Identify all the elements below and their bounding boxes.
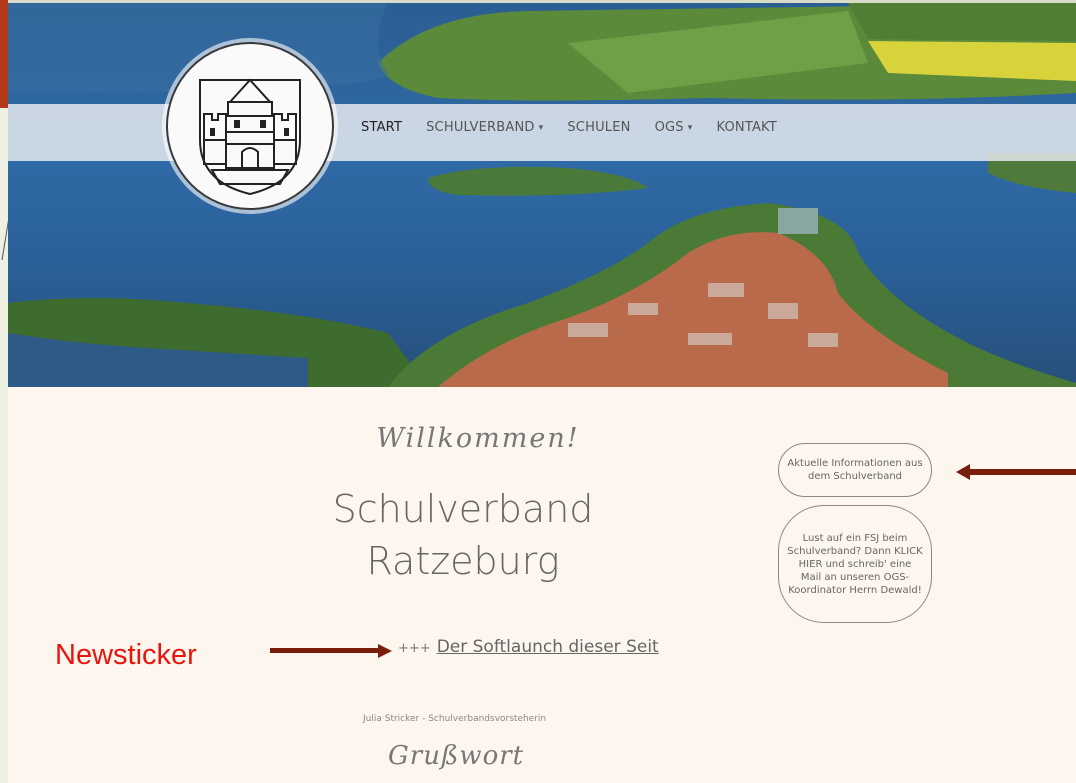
nav-item-label: OGS [654,120,684,135]
nav-item-label: SCHULEN [567,120,631,135]
fsj-button[interactable]: Lust auf ein FSJ beim Schulverband? Dann… [778,505,932,623]
page-title: Schulverband Ratzeburg [248,483,678,587]
annotation-arrow-icon [270,644,392,658]
author-byline: Julia Stricker - Schulverbandsvorsteheri… [363,714,547,724]
ticker-prefix: +++ [398,641,431,656]
nav-item-label: SCHULVERBAND [426,120,535,135]
nav-item-label: START [361,120,403,135]
page-title-line1: Schulverband [332,487,594,531]
page-title-line2: Ratzeburg [366,539,560,583]
nav-item-ogs[interactable]: OGS ▾ [643,120,705,135]
annotation-arrow-icon [956,464,1076,480]
info-button[interactable]: Aktuelle Informationen aus dem Schulverb… [778,443,932,497]
chevron-down-icon: ▾ [687,122,693,133]
nav-item-schulen[interactable]: SCHULEN [555,120,642,135]
castle-crest-icon [199,78,301,196]
newsticker-annotation-label: Newsticker [55,639,197,671]
site-logo[interactable] [166,42,334,210]
nav-item-start[interactable]: START [349,120,414,135]
ticker-link[interactable]: Der Softlaunch dieser Seit [437,637,659,657]
nav-item-label: KONTAKT [716,120,777,135]
grusswort-heading: Grußwort [388,741,525,771]
main-content: Willkommen! Schulverband Ratzeburg Newst… [8,387,1076,783]
welcome-heading: Willkommen! [376,423,580,454]
chevron-down-icon: ▾ [538,122,544,133]
nav-item-kontakt[interactable]: KONTAKT [704,120,788,135]
main-nav: START SCHULVERBAND ▾ SCHULEN OGS ▾ KONTAKT [349,120,789,135]
newsticker: +++ Der Softlaunch dieser Seit [398,637,659,657]
nav-item-schulverband[interactable]: SCHULVERBAND ▾ [414,120,555,135]
